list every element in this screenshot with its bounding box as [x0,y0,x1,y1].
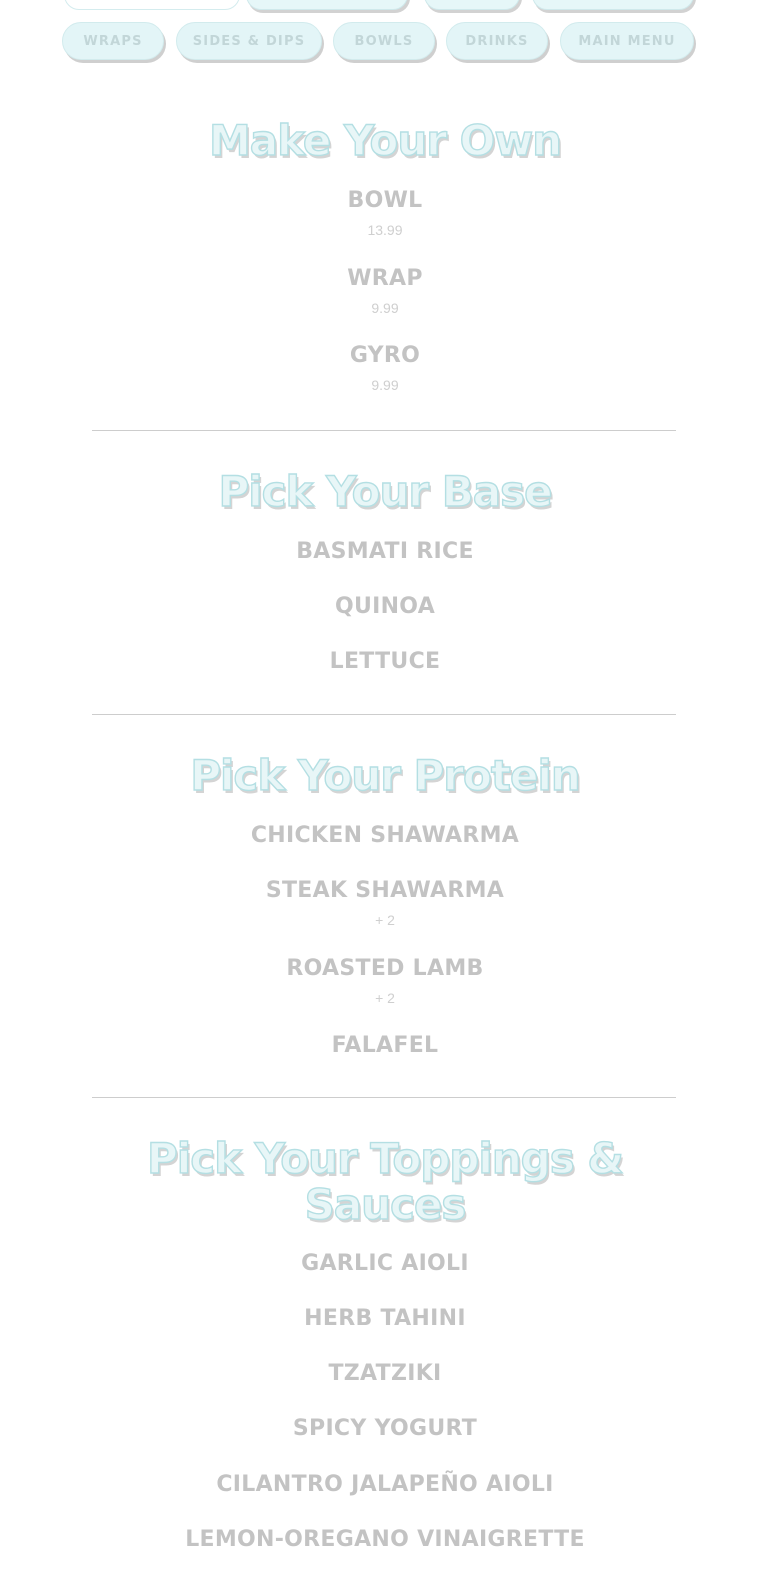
nav-wraps-button[interactable]: WRAPS [62,22,164,60]
menu-item-price: 9.99 [371,300,399,316]
nav-main-menu-button[interactable]: MAIN MENU [560,22,694,60]
nav-bowls-button[interactable]: BOWLS [333,22,435,60]
menu-item-name: FALAFEL [331,1033,439,1058]
section-divider [92,430,676,431]
menu-item-name: BASMATI RICE [296,539,474,564]
section-title-line-2: Sauces [304,1180,467,1229]
menu-item-price: 9.99 [371,377,399,393]
nav-pill-cutoff-3[interactable] [424,0,520,10]
section-title: Pick Your Protein [190,751,582,800]
menu-item-name: TZATZIKI [328,1361,442,1386]
section-title: Make Your Own [208,116,563,165]
menu-item-name: QUINOA [334,594,436,619]
menu-item-name: LETTUCE [329,649,441,674]
section-divider [92,1097,676,1098]
category-nav: WRAPS SIDES & DIPS BOWLS DRINKS MAIN MEN… [0,22,770,62]
menu-item-name: GYRO [349,343,421,368]
menu-item-name: GARLIC AIOLI [301,1251,469,1276]
menu-item-name: ROASTED LAMB [286,956,484,981]
menu-item-name: HERB TAHINI [304,1306,466,1331]
section-title: Pick Your Base [218,467,554,516]
menu-item-name: WRAP [347,266,423,291]
menu-item-price: + 2 [375,912,395,928]
nav-pill-cutoff-2[interactable] [246,0,408,10]
section-title-line-1: Pick Your Toppings & [146,1134,624,1183]
menu-item-name: BOWL [347,188,423,213]
menu-item-price: + 2 [375,990,395,1006]
nav-pill-cutoff-1[interactable] [64,0,240,10]
top-nav-row-cutoff [0,0,770,14]
nav-drinks-button[interactable]: DRINKS [446,22,548,60]
menu-item-name: CILANTRO JALAPEÑO AIOLI [216,1472,554,1497]
section-divider [92,714,676,715]
menu-item-name: CHICKEN SHAWARMA [250,823,520,848]
nav-pill-cutoff-4[interactable] [532,0,694,10]
menu-item-price: 13.99 [367,222,403,238]
menu-item-name: STEAK SHAWARMA [265,878,505,903]
nav-sides-dips-button[interactable]: SIDES & DIPS [176,22,322,60]
menu-item-name: LEMON-OREGANO VINAIGRETTE [185,1527,585,1552]
menu-item-name: SPICY YOGURT [292,1416,478,1441]
